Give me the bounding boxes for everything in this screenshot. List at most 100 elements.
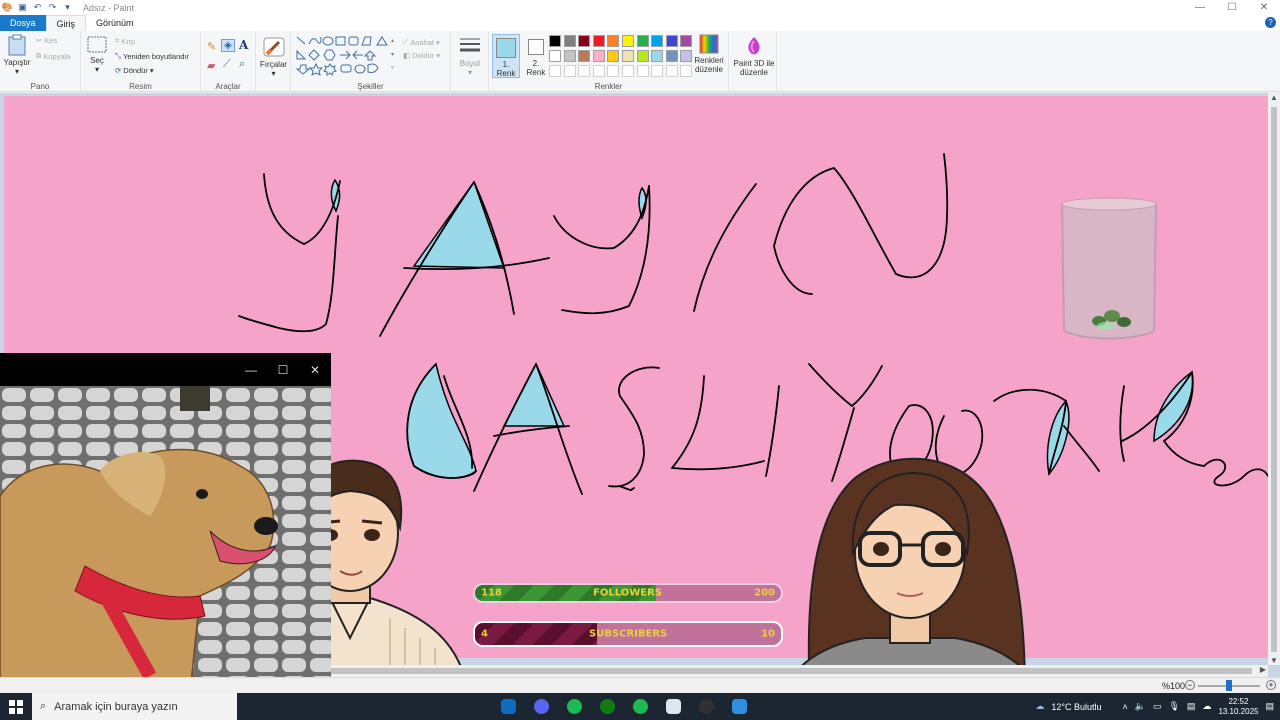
fill-button[interactable]: ◧ Doldur ▾ (403, 51, 440, 60)
size-button[interactable]: Boyut ▾ (455, 37, 485, 77)
taskbar-app-outlook[interactable] (492, 693, 525, 720)
quick-access-dropdown-icon[interactable]: ▾ (62, 2, 73, 13)
palette-swatch[interactable] (563, 35, 576, 47)
palette-swatch[interactable] (592, 50, 605, 62)
eraser-icon[interactable]: ▰ (207, 59, 215, 72)
followers-goal: 200 (754, 587, 775, 599)
outline-button[interactable]: ⟋ Anahat ▾ (403, 37, 440, 47)
resize-button[interactable]: ⤡ Yeniden boyutlandır (115, 51, 189, 61)
taskbar-app-discord[interactable] (525, 693, 558, 720)
minimize-button[interactable]: — (1184, 0, 1216, 15)
palette-swatch[interactable] (665, 35, 678, 47)
tray-overflow-icon[interactable]: ˄ (1122, 702, 1127, 712)
start-button[interactable] (0, 693, 32, 720)
fill-bucket-icon[interactable]: ◈ (221, 39, 235, 52)
custom-color-slot[interactable] (607, 65, 620, 77)
custom-color-slot[interactable] (563, 65, 576, 77)
tab-home[interactable]: Giriş (45, 15, 87, 31)
copy-button[interactable]: ⧉ Kopyala (36, 51, 70, 61)
undo-icon[interactable]: ↶ (32, 2, 43, 13)
taskbar-app-paint[interactable] (723, 693, 756, 720)
custom-color-slot[interactable] (592, 65, 605, 77)
palette-swatch[interactable] (622, 35, 634, 47)
close-button[interactable]: ✕ (1248, 0, 1280, 15)
colors-group-label: Renkler (594, 82, 623, 91)
palette-swatch[interactable] (636, 50, 649, 62)
taskbar-app-spotify[interactable] (624, 693, 657, 720)
maximize-button[interactable]: ☐ (1216, 0, 1248, 15)
brushes-button[interactable]: Fırçalar ▾ (258, 36, 289, 78)
speaker-icon[interactable]: 🔈 (1135, 701, 1146, 712)
paste-button[interactable]: Yapıştır ▾ (3, 34, 31, 76)
taskbar-app-xbox[interactable] (591, 693, 624, 720)
clock-date: 13.10.2025 (1218, 706, 1259, 716)
rotate-button[interactable]: ⟳ Döndür ▾ (115, 66, 154, 75)
vertical-scroll-thumb[interactable] (1271, 107, 1277, 652)
onedrive-icon[interactable]: ☁ (1202, 701, 1211, 712)
taskbar-search-box[interactable]: ⌕ Aramak için buraya yazın (32, 693, 237, 720)
help-icon[interactable]: ? (1265, 17, 1276, 28)
custom-color-slot[interactable] (578, 65, 591, 77)
color1-button[interactable]: 1. Renk (492, 34, 520, 78)
palette-swatch[interactable] (549, 35, 561, 47)
taskbar-app-obs[interactable] (690, 693, 723, 720)
save-icon[interactable]: ▣ (17, 2, 28, 13)
palette-swatch[interactable] (665, 50, 678, 62)
custom-color-slot[interactable] (622, 65, 634, 77)
custom-color-slot[interactable] (549, 65, 561, 77)
camera-minimize-button[interactable]: — (235, 353, 267, 386)
palette-swatch[interactable] (651, 35, 664, 47)
zoom-slider-knob[interactable] (1226, 680, 1232, 691)
color2-button[interactable]: 2. Renk (522, 34, 550, 78)
tab-file[interactable]: Dosya (0, 15, 46, 31)
camera-close-button[interactable]: ✕ (299, 353, 331, 386)
notifications-icon[interactable]: ▤ (1265, 701, 1274, 712)
pencil-icon[interactable]: ✎ (207, 40, 216, 53)
zoom-in-button[interactable]: + (1266, 680, 1276, 690)
cut-button[interactable]: ✂ Kes (36, 36, 57, 45)
weather-text[interactable]: 12°C Bulutlu (1051, 702, 1101, 712)
crop-button[interactable]: ⌗ Kırp (115, 36, 135, 46)
palette-swatch[interactable] (578, 50, 591, 62)
redo-icon[interactable]: ↷ (47, 2, 58, 13)
clock[interactable]: 22:52 13.10.2025 (1218, 697, 1258, 717)
select-button[interactable]: Seç ▾ (85, 36, 109, 74)
scroll-up-icon[interactable]: ▲ (1270, 93, 1278, 102)
custom-color-slot[interactable] (651, 65, 664, 77)
palette-swatch[interactable] (607, 35, 620, 47)
palette-swatch[interactable] (622, 50, 634, 62)
microphone-icon[interactable]: 🎙 (1168, 701, 1179, 712)
vertical-scrollbar[interactable]: ▲ ▼ (1268, 93, 1280, 665)
palette-swatch[interactable] (578, 35, 591, 47)
custom-color-slot[interactable] (665, 65, 678, 77)
scroll-right-icon[interactable]: ▶ (1260, 665, 1266, 674)
camera-window-titlebar[interactable]: — ☐ ✕ (0, 353, 331, 386)
zoom-out-button[interactable]: − (1185, 680, 1195, 690)
scroll-down-icon[interactable]: ▼ (1270, 656, 1278, 665)
glass-cup-image (1060, 197, 1158, 340)
camera-maximize-button[interactable]: ☐ (267, 353, 299, 386)
palette-swatch[interactable] (549, 50, 561, 62)
taskbar-app-spotify[interactable] (558, 693, 591, 720)
custom-color-slot[interactable] (636, 65, 649, 77)
color-picker-icon[interactable]: ⟋ (223, 58, 231, 71)
text-tool-icon[interactable]: A (239, 38, 248, 52)
shapes-scroll-up-icon[interactable]: ▴ (391, 37, 394, 44)
shapes-scroll-down-icon[interactable]: ▾ (391, 51, 394, 58)
palette-swatch[interactable] (636, 35, 649, 47)
palette-swatch[interactable] (607, 50, 620, 62)
edit-colors-button[interactable]: Renkleri düzenle (691, 34, 727, 74)
shapes-expand-icon[interactable]: ▿ (391, 64, 394, 71)
tab-view[interactable]: Görünüm (86, 15, 144, 31)
network-icon[interactable]: ▭ (1153, 701, 1162, 712)
paint3d-button[interactable]: Paint 3D ile düzenle (731, 35, 777, 77)
palette-swatch[interactable] (651, 50, 664, 62)
palette-swatch[interactable] (592, 35, 605, 47)
magnifier-icon[interactable]: ⌕ (239, 58, 245, 71)
palette-swatch[interactable] (563, 50, 576, 62)
shapes-gallery[interactable] (295, 35, 403, 77)
taskbar-app-browser[interactable] (657, 693, 690, 720)
weather-icon[interactable]: ☁ (1035, 701, 1044, 712)
zoom-slider[interactable] (1198, 680, 1260, 691)
tray-app-icon[interactable]: ▤ (1187, 701, 1196, 712)
